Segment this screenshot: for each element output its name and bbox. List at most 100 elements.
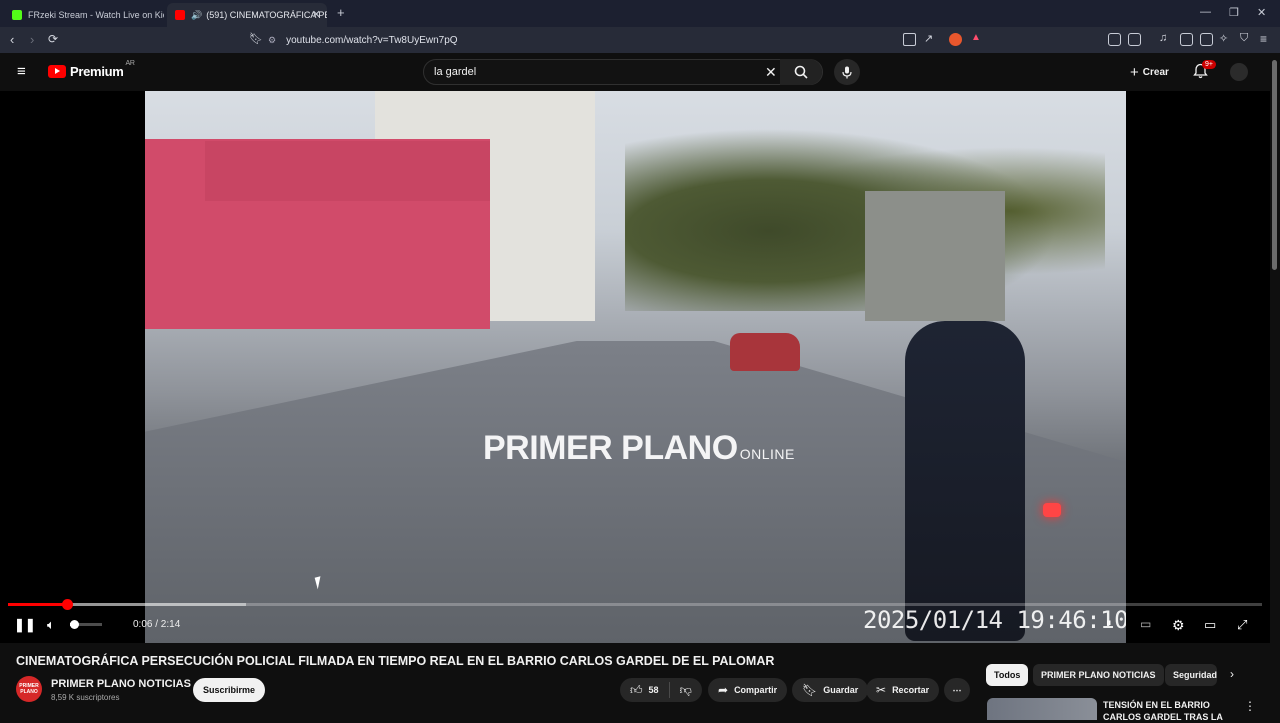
sidebar-toggle-icon[interactable]	[1180, 33, 1193, 46]
search-box: ✕	[423, 59, 823, 85]
dislike-button[interactable]: 👎︎	[670, 678, 702, 702]
close-tab-icon[interactable]: ✕	[312, 8, 321, 21]
youtube-header: ≡ Premium AR ✕ + Crear 9+	[0, 53, 1280, 91]
tab-label: FRzeki Stream - Watch Live on Kick	[28, 10, 164, 20]
notifications-button[interactable]: 9+	[1193, 60, 1216, 84]
channel-watermark: PRIMER PLANO ONLINE	[483, 429, 795, 468]
video-scene-red-car	[730, 333, 800, 371]
share-page-icon[interactable]: ↗	[924, 32, 933, 45]
voice-search-button[interactable]	[834, 59, 860, 85]
youtube-favicon-icon	[175, 10, 185, 20]
like-dislike-group: 👍︎ 58 👎︎	[620, 678, 702, 702]
search-icon	[794, 65, 808, 79]
fullscreen-icon[interactable]: ⤢	[1237, 617, 1247, 633]
account-avatar[interactable]	[1230, 63, 1248, 81]
close-window-icon[interactable]: ✕	[1257, 6, 1266, 19]
clear-search-icon[interactable]: ✕	[765, 64, 777, 81]
kick-favicon-icon	[12, 10, 22, 20]
chip-seguridad[interactable]: Seguridad	[1165, 664, 1217, 686]
played-bar	[8, 603, 67, 606]
music-icon[interactable]: ♫	[1159, 32, 1167, 44]
player-controls: ❚❚ 🔈︎ 0:06 / 2:14 ⏸︎ ▭ ⚙ ▭ ⤢	[0, 598, 1270, 643]
scissors-icon: ✂	[876, 683, 887, 697]
thumbs-down-icon: 👎︎	[679, 682, 692, 697]
save-button[interactable]: 🔖︎ Guardar	[792, 678, 869, 702]
page-scrollbar[interactable]	[1272, 60, 1277, 270]
menu-icon[interactable]: ≡	[1260, 32, 1267, 46]
url-text: youtube.com/watch?v=Tw8UyEwn7pQ	[286, 34, 458, 46]
create-button[interactable]: + Crear	[1124, 59, 1175, 85]
suggestion-thumbnail[interactable]	[987, 698, 1097, 720]
leo-ai-icon[interactable]: ✧	[1219, 32, 1228, 45]
volume-slider[interactable]	[69, 620, 102, 629]
theater-mode-icon[interactable]: ▭	[1204, 617, 1216, 633]
video-scene-balcony	[205, 141, 490, 201]
wallet-icon[interactable]	[1200, 33, 1213, 46]
video-scene-motorcyclist	[905, 321, 1025, 641]
video-scene-taillight	[1043, 503, 1061, 517]
search-button[interactable]	[780, 59, 822, 85]
brave-rewards-icon[interactable]: ▲	[971, 32, 981, 43]
clip-button[interactable]: ✂ Recortar	[866, 678, 940, 702]
url-field[interactable]: ⚙ youtube.com/watch?v=Tw8UyEwn7pQ	[268, 30, 888, 50]
address-bar-row: ‹ › ⟳ 🔖︎ ⚙ youtube.com/watch?v=Tw8UyEwn7…	[0, 27, 1280, 53]
forward-icon[interactable]: ›	[30, 32, 34, 47]
scrubber-handle[interactable]	[61, 599, 73, 610]
back-icon[interactable]: ‹	[10, 32, 14, 47]
plus-icon: +	[1130, 63, 1139, 81]
more-actions-button[interactable]: ⋯	[944, 678, 970, 702]
sidepanel-icon[interactable]	[1128, 33, 1141, 46]
restore-icon[interactable]: ❐	[1229, 6, 1239, 19]
new-tab-button[interactable]: +	[337, 5, 345, 20]
progress-bar[interactable]	[8, 599, 1262, 610]
bookmark-icon[interactable]: 🔖︎	[249, 32, 263, 45]
settings-gear-icon[interactable]: ⚙	[1172, 617, 1185, 634]
search-input[interactable]	[434, 64, 754, 80]
clip-label: Recortar	[892, 685, 930, 695]
screen-icon[interactable]	[903, 33, 916, 46]
share-icon: ➦	[718, 683, 729, 697]
browser-tab-strip: FRzeki Stream - Watch Live on Kick 🔊 (59…	[0, 0, 1280, 27]
channel-avatar[interactable]: PRIMER PLANO	[16, 676, 42, 702]
hamburger-menu-icon[interactable]: ≡	[17, 63, 26, 80]
subtitles-icon[interactable]: ▭	[1140, 617, 1151, 631]
thumbs-up-icon: 👍︎	[630, 682, 643, 697]
brave-shield-icon[interactable]	[949, 33, 962, 46]
youtube-premium-logo[interactable]: Premium AR	[48, 60, 135, 79]
video-frame[interactable]: PRIMER PLANO ONLINE 2025/01/14 19:46:10	[145, 91, 1126, 643]
chip-primer-plano-noticias[interactable]: PRIMER PLANO NOTICIAS	[1033, 664, 1164, 686]
save-label: Guardar	[823, 685, 859, 695]
vpn-shield-icon[interactable]: ⛉	[1240, 32, 1248, 45]
browser-tab-youtube[interactable]: 🔊 (591) CINEMATOGRÁFICA PE ✕	[167, 3, 327, 27]
video-title: CINEMATOGRÁFICA PERSECUCIÓN POLICIAL FIL…	[16, 654, 775, 668]
minimize-icon[interactable]: —	[1200, 6, 1211, 18]
region-label: AR	[125, 60, 135, 67]
logo-text: Premium	[70, 64, 124, 79]
more-horizontal-icon: ⋯	[952, 684, 962, 695]
like-button[interactable]: 👍︎ 58	[620, 678, 669, 702]
subscribe-button[interactable]: Suscribirme	[193, 678, 265, 702]
microphone-icon	[842, 66, 852, 78]
volume-handle[interactable]	[69, 620, 79, 629]
video-player[interactable]: PRIMER PLANO ONLINE 2025/01/14 19:46:10 ❚…	[0, 91, 1270, 643]
like-count: 58	[648, 685, 659, 695]
video-scene-house	[865, 191, 1005, 321]
site-info-icon[interactable]: ⚙	[268, 35, 276, 46]
channel-name[interactable]: PRIMER PLANO NOTICIAS	[51, 678, 191, 690]
pause-overlay-icon[interactable]: ⏸︎	[1106, 617, 1112, 630]
time-display: 0:06 / 2:14	[133, 619, 181, 630]
share-button[interactable]: ➦ Compartir	[708, 678, 788, 702]
volume-icon[interactable]: 🔈︎	[47, 617, 55, 633]
suggestion-title[interactable]: TENSIÓN EN EL BARRIO CARLOS GARDEL TRAS …	[1103, 699, 1223, 723]
suggestion-more-icon[interactable]: ⋮	[1244, 699, 1256, 713]
youtube-logo-icon	[48, 65, 66, 78]
chip-todos[interactable]: Todos	[986, 664, 1029, 686]
speaker-icon: 🔊	[191, 9, 203, 20]
create-label: Crear	[1142, 66, 1169, 78]
chips-next-icon[interactable]: ›	[1230, 667, 1234, 681]
subscriber-count: 8,59 K suscriptores	[51, 693, 120, 702]
browser-tab-kick[interactable]: FRzeki Stream - Watch Live on Kick	[4, 3, 164, 27]
reload-icon[interactable]: ⟳	[48, 32, 58, 46]
pause-icon[interactable]: ❚❚	[14, 617, 36, 633]
extensions-icon[interactable]	[1108, 33, 1121, 46]
